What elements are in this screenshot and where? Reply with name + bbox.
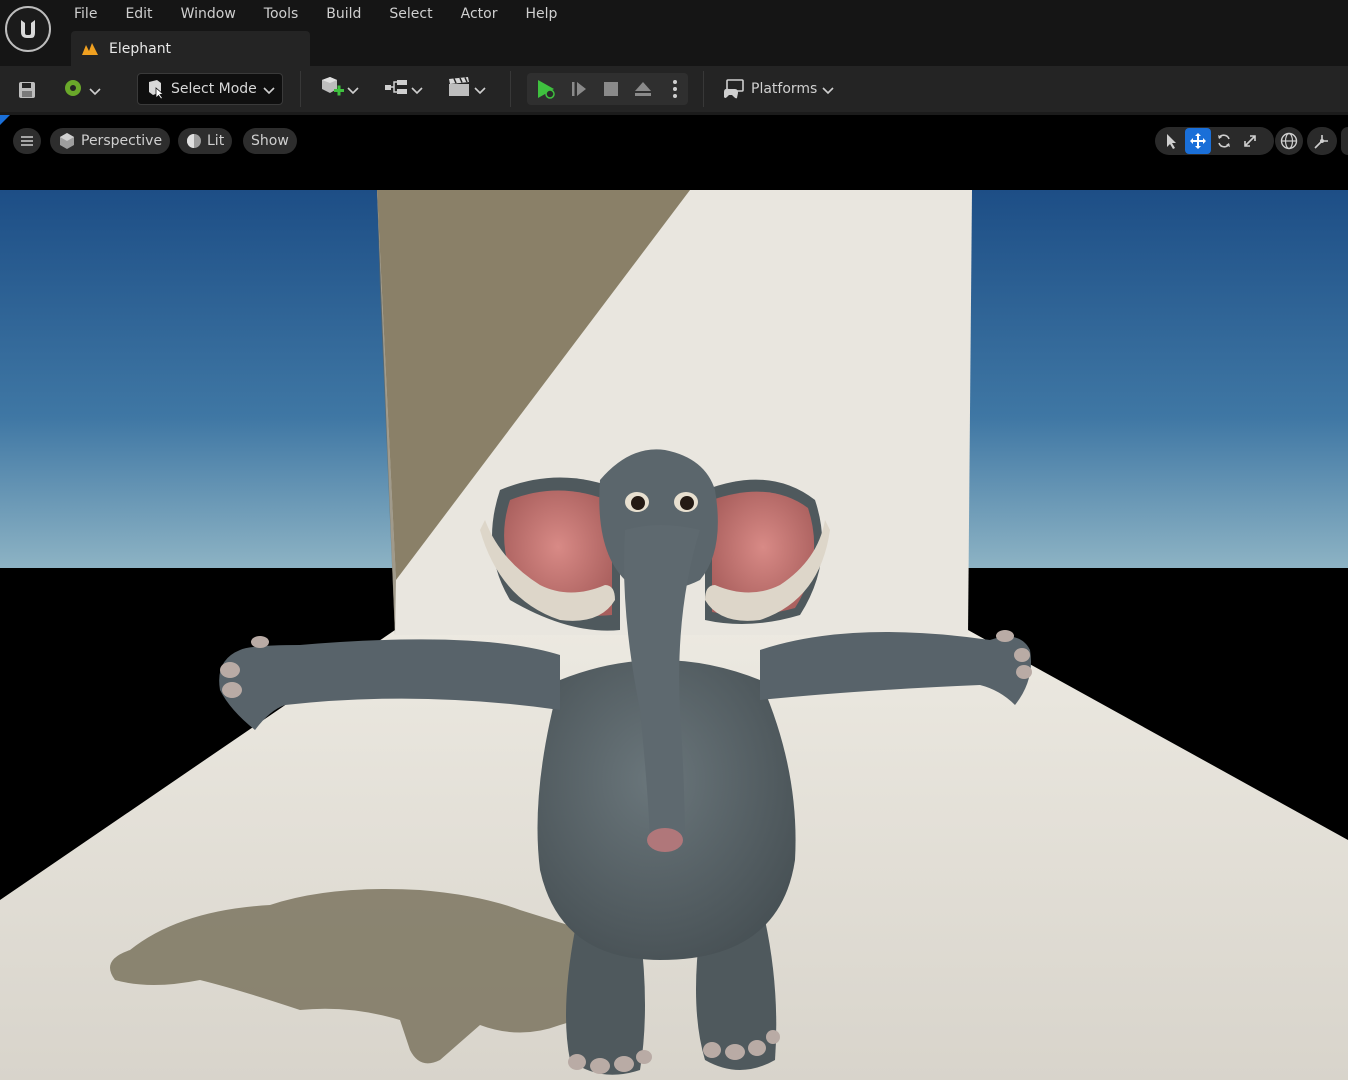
- view-mode-button[interactable]: Lit: [178, 128, 233, 154]
- menu-select[interactable]: Select: [375, 4, 446, 24]
- menu-file[interactable]: File: [60, 4, 111, 24]
- eject-icon[interactable]: [629, 76, 657, 102]
- level-viewport[interactable]: Perspective Lit Show: [0, 112, 1348, 1080]
- chevron-down-icon: [411, 80, 423, 99]
- chevron-down-icon: [89, 81, 101, 100]
- platforms-label: Platforms: [751, 81, 818, 97]
- menu-actor[interactable]: Actor: [447, 4, 512, 24]
- main-menu: File Edit Window Tools Build Select Acto…: [60, 4, 571, 24]
- viewport-toolbar: Perspective Lit Show: [0, 115, 1348, 170]
- perspective-cube-icon: [58, 132, 76, 150]
- stop-icon[interactable]: [597, 76, 625, 102]
- select-mode-dropdown[interactable]: Select Mode: [137, 73, 283, 105]
- more-options-icon[interactable]: [663, 76, 687, 102]
- play-icon[interactable]: [531, 76, 561, 102]
- toolbar-separator: [300, 71, 301, 107]
- viewport-toolbar-overflow[interactable]: [1341, 127, 1348, 155]
- select-mode-label: Select Mode: [171, 81, 257, 97]
- level-tab-label: Elephant: [109, 40, 172, 57]
- perspective-button[interactable]: Perspective: [50, 128, 171, 154]
- blueprint-icon: [383, 77, 409, 101]
- add-actor-button[interactable]: [316, 75, 362, 103]
- elephant-trunk-tip: [647, 828, 683, 852]
- hamburger-icon[interactable]: [13, 128, 41, 154]
- translate-tool-icon[interactable]: [1185, 128, 1211, 154]
- add-actor-icon: [319, 75, 345, 103]
- cinematics-button[interactable]: [442, 75, 490, 103]
- select-tool-icon[interactable]: [1159, 128, 1185, 154]
- main-toolbar: Select Mode Platforms: [0, 66, 1348, 112]
- select-mode-icon: [147, 79, 165, 99]
- chevron-down-icon: [474, 80, 486, 99]
- lit-label: Lit: [207, 133, 225, 149]
- level-icon: [81, 42, 99, 56]
- menu-build[interactable]: Build: [312, 4, 375, 24]
- toolbar-separator: [703, 71, 704, 107]
- menu-help[interactable]: Help: [511, 4, 571, 24]
- level-tab[interactable]: Elephant: [71, 31, 310, 66]
- show-label: Show: [251, 133, 289, 149]
- advance-frame-icon[interactable]: [565, 76, 593, 102]
- perspective-label: Perspective: [81, 133, 163, 149]
- surface-snap-icon: [1313, 132, 1331, 150]
- source-control-button[interactable]: [60, 77, 104, 103]
- menu-tools[interactable]: Tools: [250, 4, 313, 24]
- save-icon[interactable]: [14, 77, 40, 103]
- transform-tools: [1155, 127, 1274, 155]
- platforms-icon: [723, 78, 745, 100]
- toolbar-separator: [510, 71, 511, 107]
- world-space-icon: [1280, 132, 1298, 150]
- chevron-down-icon: [347, 80, 359, 99]
- scale-tool-icon[interactable]: [1237, 128, 1263, 154]
- chevron-down-icon: [263, 80, 275, 99]
- rotate-tool-icon[interactable]: [1211, 128, 1237, 154]
- menu-edit[interactable]: Edit: [111, 4, 166, 24]
- lit-sphere-icon: [186, 133, 202, 149]
- world-space-toggle[interactable]: [1275, 127, 1303, 155]
- scene-render: [0, 190, 1348, 1080]
- menu-bar: File Edit Window Tools Build Select Acto…: [0, 0, 1348, 66]
- source-control-icon: [63, 78, 83, 102]
- blueprint-button[interactable]: [380, 75, 426, 103]
- show-button[interactable]: Show: [243, 128, 297, 154]
- chevron-down-icon: [822, 80, 834, 99]
- platforms-dropdown[interactable]: Platforms: [718, 73, 834, 105]
- surface-snap-toggle[interactable]: [1307, 127, 1337, 155]
- unreal-logo-icon[interactable]: [5, 6, 51, 52]
- play-controls: [527, 73, 688, 105]
- cinematics-icon: [446, 76, 472, 102]
- menu-window[interactable]: Window: [167, 4, 250, 24]
